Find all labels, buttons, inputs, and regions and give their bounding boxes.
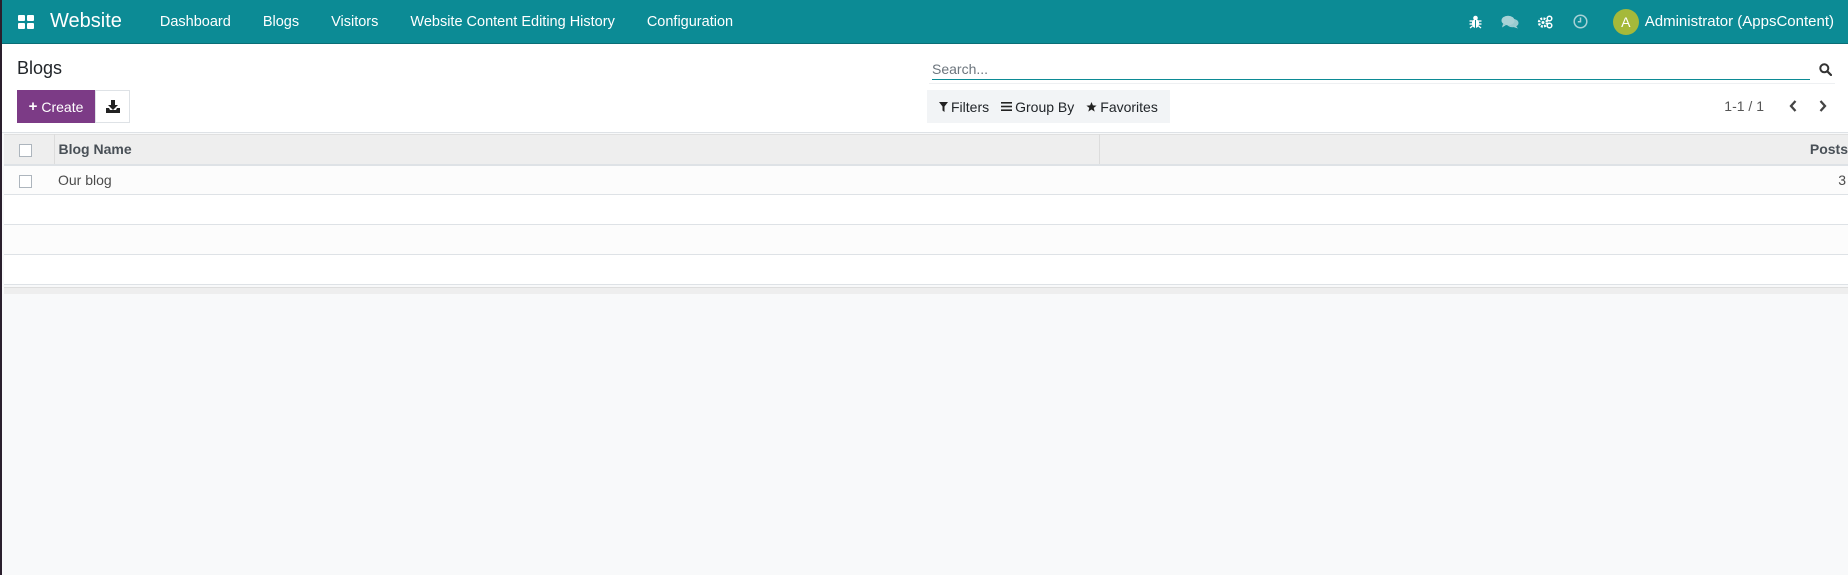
- cogs-icon: [1538, 14, 1553, 29]
- posts-cell: 3: [1838, 171, 1846, 188]
- filter-icon: [939, 101, 948, 112]
- menu-configuration[interactable]: Configuration: [631, 0, 749, 44]
- bug-icon: [1469, 15, 1482, 29]
- column-header-blog-name[interactable]: Blog Name: [54, 134, 1100, 165]
- messaging-button[interactable]: [1493, 0, 1528, 44]
- user-menu[interactable]: A Administrator (AppsContent): [1612, 8, 1834, 35]
- settings-button[interactable]: [1528, 0, 1563, 44]
- user-name: Administrator (AppsContent): [1644, 13, 1834, 30]
- export-button[interactable]: [95, 90, 130, 123]
- menu-blogs[interactable]: Blogs: [247, 0, 315, 44]
- bars-icon: [1001, 102, 1013, 111]
- empty-row: [4, 224, 1848, 255]
- pager-previous-button[interactable]: [1778, 94, 1808, 118]
- empty-row: [4, 194, 1848, 225]
- download-icon: [105, 100, 120, 113]
- menu-dashboard[interactable]: Dashboard: [144, 0, 247, 44]
- apps-menu-button[interactable]: [2, 0, 50, 44]
- app-name[interactable]: Website: [50, 10, 122, 33]
- star-icon: [1086, 101, 1097, 112]
- pager: 1-1 / 1: [1724, 94, 1838, 118]
- select-all-checkbox[interactable]: [19, 144, 32, 158]
- blogs-list-table: Blog Name Posts Our blog 3: [4, 134, 1848, 285]
- column-header-posts[interactable]: Posts: [1099, 135, 1848, 165]
- avatar: A: [1612, 8, 1639, 35]
- table-header-row: Blog Name Posts: [4, 134, 1848, 165]
- row-checkbox[interactable]: [19, 174, 32, 188]
- group-by-label: Group By: [1015, 98, 1075, 115]
- page-title: Blogs: [17, 58, 63, 78]
- top-navbar: Website Dashboard Blogs Visitors Website…: [2, 0, 1848, 44]
- filters-button[interactable]: Filters: [933, 99, 995, 115]
- plus-icon: +: [28, 98, 38, 115]
- create-label: Create: [41, 98, 84, 115]
- table-row[interactable]: Our blog 3: [4, 164, 1848, 195]
- pager-next-button[interactable]: [1808, 94, 1838, 118]
- table-footer: [4, 287, 1848, 294]
- systray: A Administrator (AppsContent): [1458, 0, 1848, 44]
- debug-button[interactable]: [1458, 0, 1493, 44]
- empty-row: [4, 254, 1848, 285]
- activity-button[interactable]: [1563, 0, 1598, 44]
- menu-visitors[interactable]: Visitors: [315, 0, 394, 44]
- favorites-button[interactable]: Favorites: [1080, 99, 1164, 115]
- create-button[interactable]: + Create: [17, 90, 95, 123]
- group-by-button[interactable]: Group By: [995, 99, 1080, 115]
- clock-icon: [1573, 14, 1588, 29]
- favorites-label: Favorites: [1100, 98, 1158, 115]
- search-icon: [1818, 62, 1832, 76]
- blog-name-cell: Our blog: [58, 171, 112, 188]
- chat-icon: [1501, 15, 1519, 28]
- filters-label: Filters: [951, 98, 990, 115]
- pager-value[interactable]: 1-1 / 1: [1724, 98, 1764, 114]
- search-input[interactable]: [932, 58, 1810, 80]
- menu-website-content-editing-history[interactable]: Website Content Editing History: [394, 0, 630, 44]
- chevron-right-icon: [1819, 100, 1827, 112]
- row-select-cell: [4, 165, 54, 195]
- search-divider: [929, 83, 1835, 84]
- chevron-left-icon: [1789, 100, 1797, 112]
- search-options: Filters Group By Favorites: [927, 90, 1170, 123]
- header-select-all: [4, 134, 55, 165]
- search-button[interactable]: [1814, 58, 1836, 80]
- grid-icon: [18, 14, 34, 29]
